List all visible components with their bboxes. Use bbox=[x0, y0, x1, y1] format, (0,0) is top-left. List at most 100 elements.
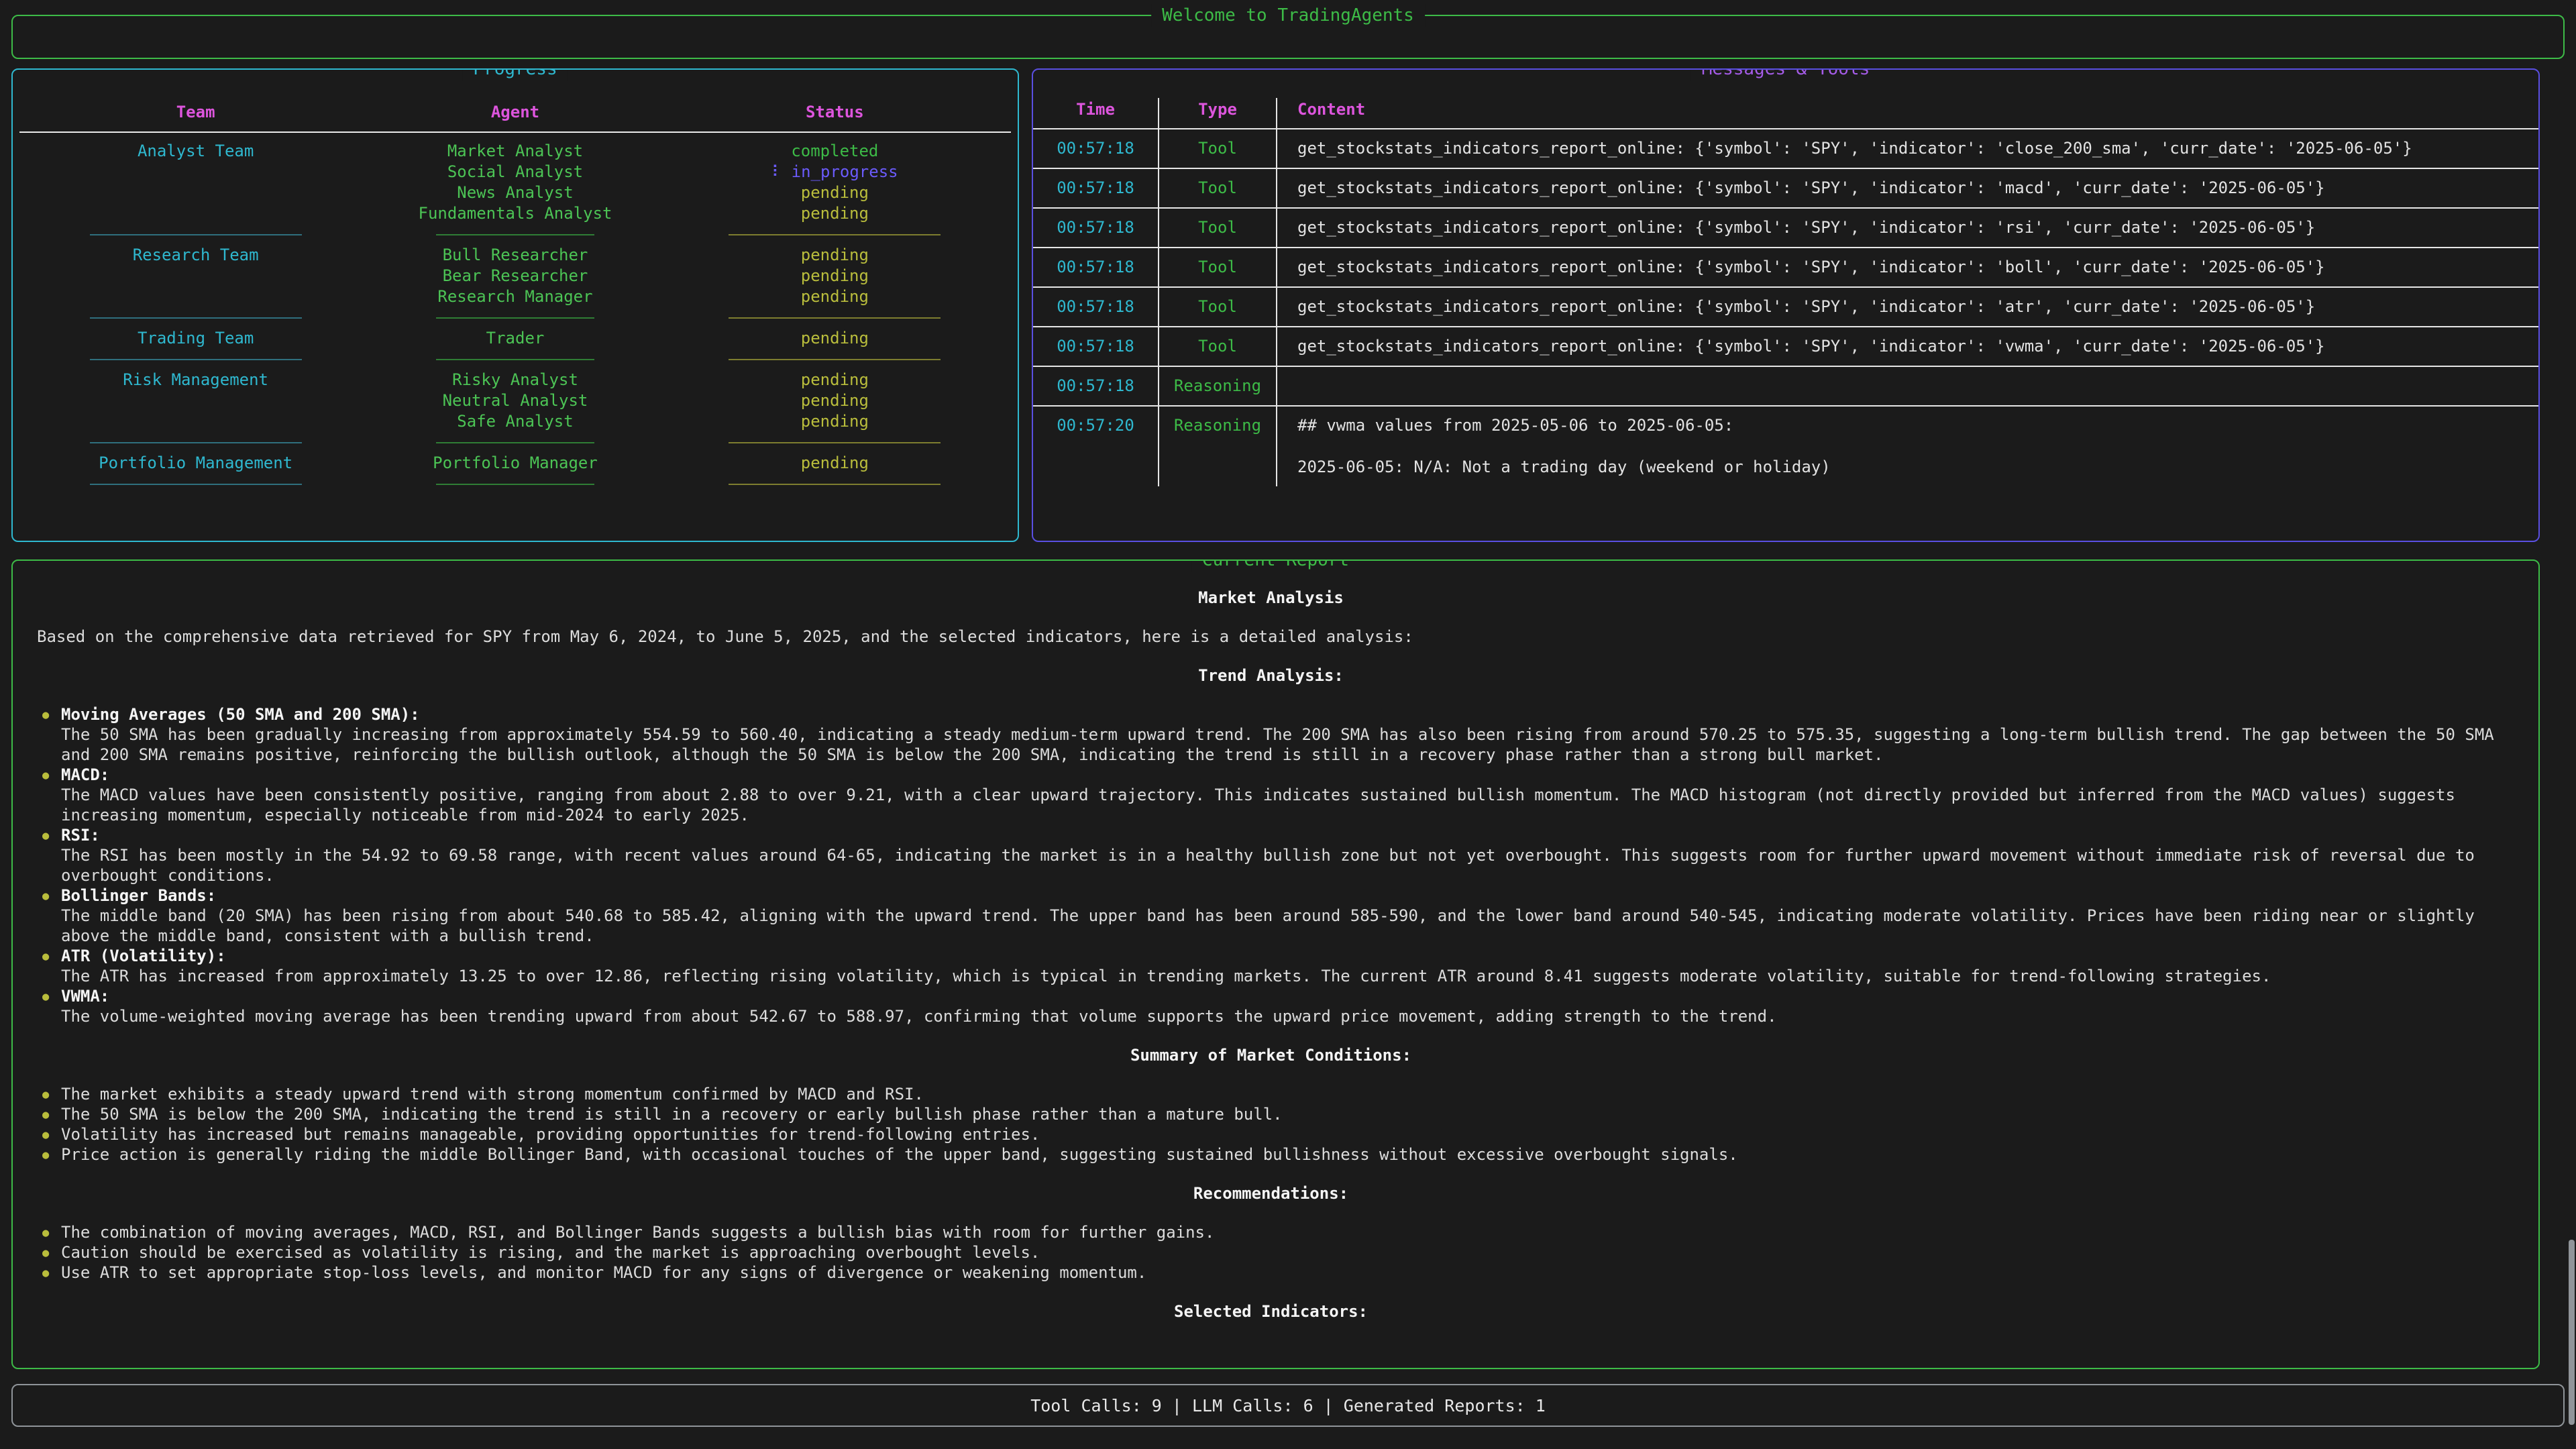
message-row: 00:57:20 Reasoning ## vwma values from 2… bbox=[1033, 405, 2538, 486]
column-header-time: Time bbox=[1033, 98, 1159, 128]
bullet-icon: ● bbox=[42, 1243, 49, 1263]
trend-analysis-list: ● Moving Averages (50 SMA and 200 SMA): … bbox=[37, 704, 2505, 1026]
report-heading-summary: Summary of Market Conditions: bbox=[37, 1045, 2505, 1065]
stats-text: Tool Calls: 9 | LLM Calls: 6 | Generated… bbox=[1030, 1396, 1546, 1415]
table-row: Research Manager pending bbox=[13, 286, 1018, 307]
bullet-icon: ● bbox=[42, 947, 49, 967]
welcome-title: Welcome to TradingAgents bbox=[1151, 4, 1425, 27]
message-type: Tool bbox=[1159, 169, 1277, 207]
team-name: Research Team bbox=[13, 245, 378, 266]
team-name: Portfolio Management bbox=[13, 453, 378, 474]
agent-name: Portfolio Manager bbox=[378, 453, 651, 474]
summary-list: ●The market exhibits a steady upward tre… bbox=[37, 1084, 2505, 1165]
agent-name: Social Analyst bbox=[378, 162, 651, 182]
message-time: 00:57:18 bbox=[1033, 169, 1159, 207]
progress-panel-title: Progress bbox=[462, 68, 568, 80]
bullet-text: The middle band (20 SMA) has been rising… bbox=[61, 906, 2505, 946]
message-time: 00:57:18 bbox=[1033, 209, 1159, 247]
status-label: in_progress bbox=[792, 162, 898, 181]
bullet-text: The combination of moving averages, MACD… bbox=[61, 1223, 1214, 1242]
status-badge: ⠇in_progress bbox=[652, 162, 1018, 182]
agent-name: Fundamentals Analyst bbox=[378, 203, 651, 224]
message-row: 00:57:18 Tool get_stockstats_indicators_… bbox=[1033, 128, 2538, 168]
bullet-title: VWMA: bbox=[61, 986, 2505, 1006]
scrollbar[interactable] bbox=[2569, 1240, 2575, 1425]
bullet-text: The RSI has been mostly in the 54.92 to … bbox=[61, 845, 2505, 885]
report-heading-trend-analysis: Trend Analysis: bbox=[37, 665, 2505, 686]
status-badge: pending bbox=[652, 245, 1018, 266]
progress-table-header: Team Agent Status bbox=[13, 101, 1018, 123]
team-name: Analyst Team bbox=[13, 141, 378, 162]
table-row: Trading Team Trader pending bbox=[13, 328, 1018, 349]
agent-name: Bull Researcher bbox=[378, 245, 651, 266]
message-row: 00:57:18 Reasoning bbox=[1033, 366, 2538, 405]
list-item: ● Price action is generally riding the mi… bbox=[37, 1144, 2505, 1165]
list-item: ●The 50 SMA is below the 200 SMA, indica… bbox=[37, 1104, 2505, 1124]
column-header-agent: Agent bbox=[378, 101, 651, 123]
team-name: Risk Management bbox=[13, 370, 378, 390]
bullet-text: Caution should be exercised as volatilit… bbox=[61, 1243, 1040, 1262]
status-badge: completed bbox=[652, 141, 1018, 162]
row-divider bbox=[13, 432, 1018, 453]
agent-name: Trader bbox=[378, 328, 651, 349]
report-intro: Based on the comprehensive data retrieve… bbox=[37, 627, 2505, 647]
list-item: ● Caution should be exercised as volatili… bbox=[37, 1242, 2505, 1263]
agent-name: Risky Analyst bbox=[378, 370, 651, 390]
list-item: ● MACD: The MACD values have been consis… bbox=[37, 765, 2505, 825]
tradingagents-app: Welcome to TradingAgents Progress Team A… bbox=[0, 0, 2576, 1449]
column-header-team: Team bbox=[13, 101, 378, 123]
row-divider bbox=[13, 224, 1018, 245]
report-panel-title: Current Report bbox=[1191, 559, 1360, 572]
column-header-type: Type bbox=[1159, 98, 1277, 128]
status-badge: pending bbox=[652, 390, 1018, 411]
bullet-text: The volume-weighted moving average has b… bbox=[61, 1006, 2505, 1026]
progress-table: Team Agent Status Analyst Team Market An… bbox=[13, 70, 1018, 494]
status-badge: pending bbox=[652, 286, 1018, 307]
agent-name: Safe Analyst bbox=[378, 411, 651, 432]
row-divider bbox=[13, 349, 1018, 370]
message-time: 00:57:18 bbox=[1033, 248, 1159, 286]
list-item: ● RSI: The RSI has been mostly in the 54… bbox=[37, 825, 2505, 885]
table-row: Research Team Bull Researcher pending bbox=[13, 245, 1018, 266]
agent-name: Market Analyst bbox=[378, 141, 651, 162]
messages-panel-title: Messages & Tools bbox=[1691, 68, 1880, 80]
bullet-text: The 50 SMA is below the 200 SMA, indicat… bbox=[61, 1105, 1283, 1124]
report-body: Market Analysis Based on the comprehensi… bbox=[13, 561, 2538, 1322]
list-item: ● Bollinger Bands: The middle band (20 S… bbox=[37, 885, 2505, 946]
message-content: get_stockstats_indicators_report_online:… bbox=[1277, 129, 2538, 168]
messages-tools-panel: Messages & Tools Time Type Content 00:57… bbox=[1032, 68, 2540, 542]
list-item: ●Use ATR to set appropriate stop-loss le… bbox=[37, 1263, 2505, 1283]
table-row: Analyst Team Market Analyst completed bbox=[13, 141, 1018, 162]
message-type: Tool bbox=[1159, 248, 1277, 286]
status-badge: pending bbox=[652, 266, 1018, 286]
message-time: 00:57:18 bbox=[1033, 288, 1159, 326]
message-type: Reasoning bbox=[1159, 407, 1277, 486]
report-heading-recommendations: Recommendations: bbox=[37, 1183, 2505, 1203]
list-item: ● VWMA: The volume-weighted moving avera… bbox=[37, 986, 2505, 1026]
message-row: 00:57:18 Tool get_stockstats_indicators_… bbox=[1033, 286, 2538, 326]
list-item: ● Moving Averages (50 SMA and 200 SMA): … bbox=[37, 704, 2505, 765]
list-item: ●The market exhibits a steady upward tre… bbox=[37, 1084, 2505, 1104]
stats-bar: Tool Calls: 9 | LLM Calls: 6 | Generated… bbox=[11, 1384, 2565, 1427]
table-row: Bear Researcher pending bbox=[13, 266, 1018, 286]
bullet-icon: ● bbox=[42, 1263, 49, 1283]
message-content bbox=[1277, 367, 2538, 405]
bullet-icon: ● bbox=[42, 1145, 49, 1165]
bullet-title: ATR (Volatility): bbox=[61, 946, 2505, 966]
message-time: 00:57:20 bbox=[1033, 407, 1159, 486]
report-heading-selected-indicators: Selected Indicators: bbox=[37, 1301, 2505, 1322]
status-badge: pending bbox=[652, 328, 1018, 349]
messages-table: Time Type Content 00:57:18 Tool get_stoc… bbox=[1033, 70, 2538, 486]
list-item: ● ATR (Volatility): The ATR has increase… bbox=[37, 946, 2505, 986]
bullet-text: Price action is generally riding the mid… bbox=[61, 1145, 1738, 1164]
status-badge: pending bbox=[652, 411, 1018, 432]
message-content: get_stockstats_indicators_report_online:… bbox=[1277, 169, 2538, 207]
table-row: News Analyst pending bbox=[13, 182, 1018, 203]
status-badge: pending bbox=[652, 182, 1018, 203]
welcome-panel: Welcome to TradingAgents bbox=[11, 15, 2565, 59]
message-type: Tool bbox=[1159, 129, 1277, 168]
table-row: Neutral Analyst pending bbox=[13, 390, 1018, 411]
bullet-icon: ● bbox=[42, 886, 49, 906]
message-content: get_stockstats_indicators_report_online:… bbox=[1277, 288, 2538, 326]
row-divider bbox=[13, 474, 1018, 494]
